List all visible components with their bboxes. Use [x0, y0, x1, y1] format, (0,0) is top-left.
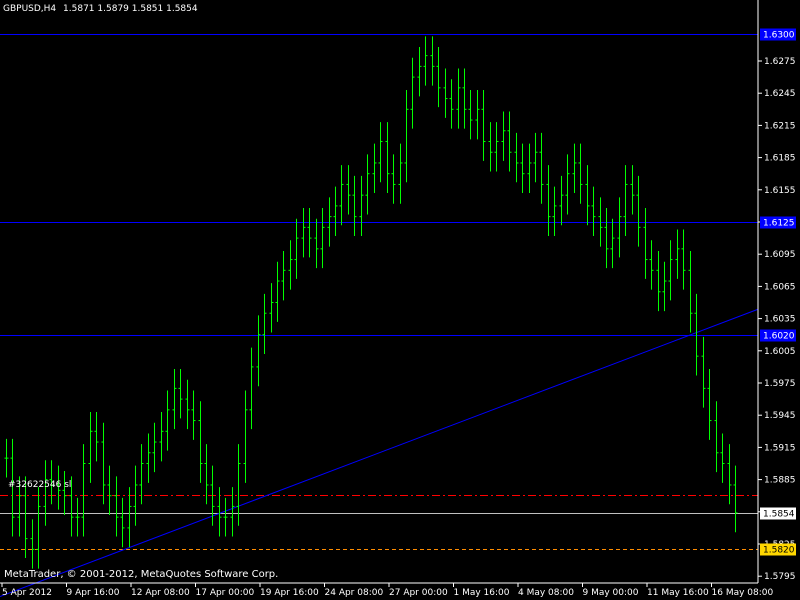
price-tick-label: 1.6185	[764, 154, 796, 164]
price-label-text: 1.6300	[763, 31, 795, 41]
chart-background	[0, 0, 800, 600]
price-tick-label: 1.6155	[764, 186, 796, 196]
time-tick-label: 1 May 16:00	[454, 588, 510, 598]
price-tick-label: 1.6275	[764, 57, 796, 67]
price-tick-label: 1.5915	[764, 443, 796, 453]
price-label-text: 1.5820	[763, 546, 795, 556]
time-tick-label: 9 Apr 16:00	[67, 588, 120, 598]
time-tick-label: 19 Apr 16:00	[260, 588, 319, 598]
price-tick-label: 1.5795	[764, 572, 796, 582]
price-tick-label: 1.6215	[764, 121, 796, 131]
time-tick-label: 11 May 16:00	[647, 588, 709, 598]
price-tick-label: 1.6245	[764, 89, 796, 99]
time-tick-label: 27 Apr 00:00	[389, 588, 448, 598]
time-tick-label: 12 Apr 08:00	[131, 588, 190, 598]
price-chart[interactable]: 1.6275 1.6245 1.6215 1.6185 1.6155 1.6125 1.60…	[0, 0, 800, 600]
price-label-text: 1.6020	[763, 332, 795, 342]
price-label-text: 1.6125	[763, 219, 795, 229]
price-tick-label: 1.6005	[764, 347, 796, 357]
ohlc-label: 1.5871 1.5879 1.5851 1.5854	[63, 4, 198, 14]
time-tick-label: 17 Apr 00:00	[196, 588, 255, 598]
price-tick-label: 1.5975	[764, 379, 796, 389]
symbol-label: GBPUSD,H4	[3, 4, 57, 14]
price-label-text: 1.5854	[763, 510, 795, 520]
chart-header: GBPUSD,H4 1.5871 1.5879 1.5851 1.5854	[3, 4, 198, 15]
price-tick-label: 1.6065	[764, 282, 796, 292]
copyright-watermark: MetaTrader, © 2001-2012, MetaQuotes Soft…	[4, 569, 279, 580]
time-tick-label: 5 Apr 2012	[2, 588, 52, 598]
time-tick-label: 4 May 08:00	[518, 588, 574, 598]
time-tick-label: 16 May 08:00	[712, 588, 774, 598]
price-tick-label: 1.6035	[764, 315, 796, 325]
price-tick-label: 1.5885	[764, 476, 796, 486]
price-tick-label: 1.6095	[764, 250, 796, 260]
price-tick-label: 1.5945	[764, 411, 796, 421]
time-tick-label: 9 May 00:00	[583, 588, 639, 598]
time-tick-label: 24 Apr 08:00	[325, 588, 384, 598]
order-label: #32622546 sl	[8, 480, 72, 490]
